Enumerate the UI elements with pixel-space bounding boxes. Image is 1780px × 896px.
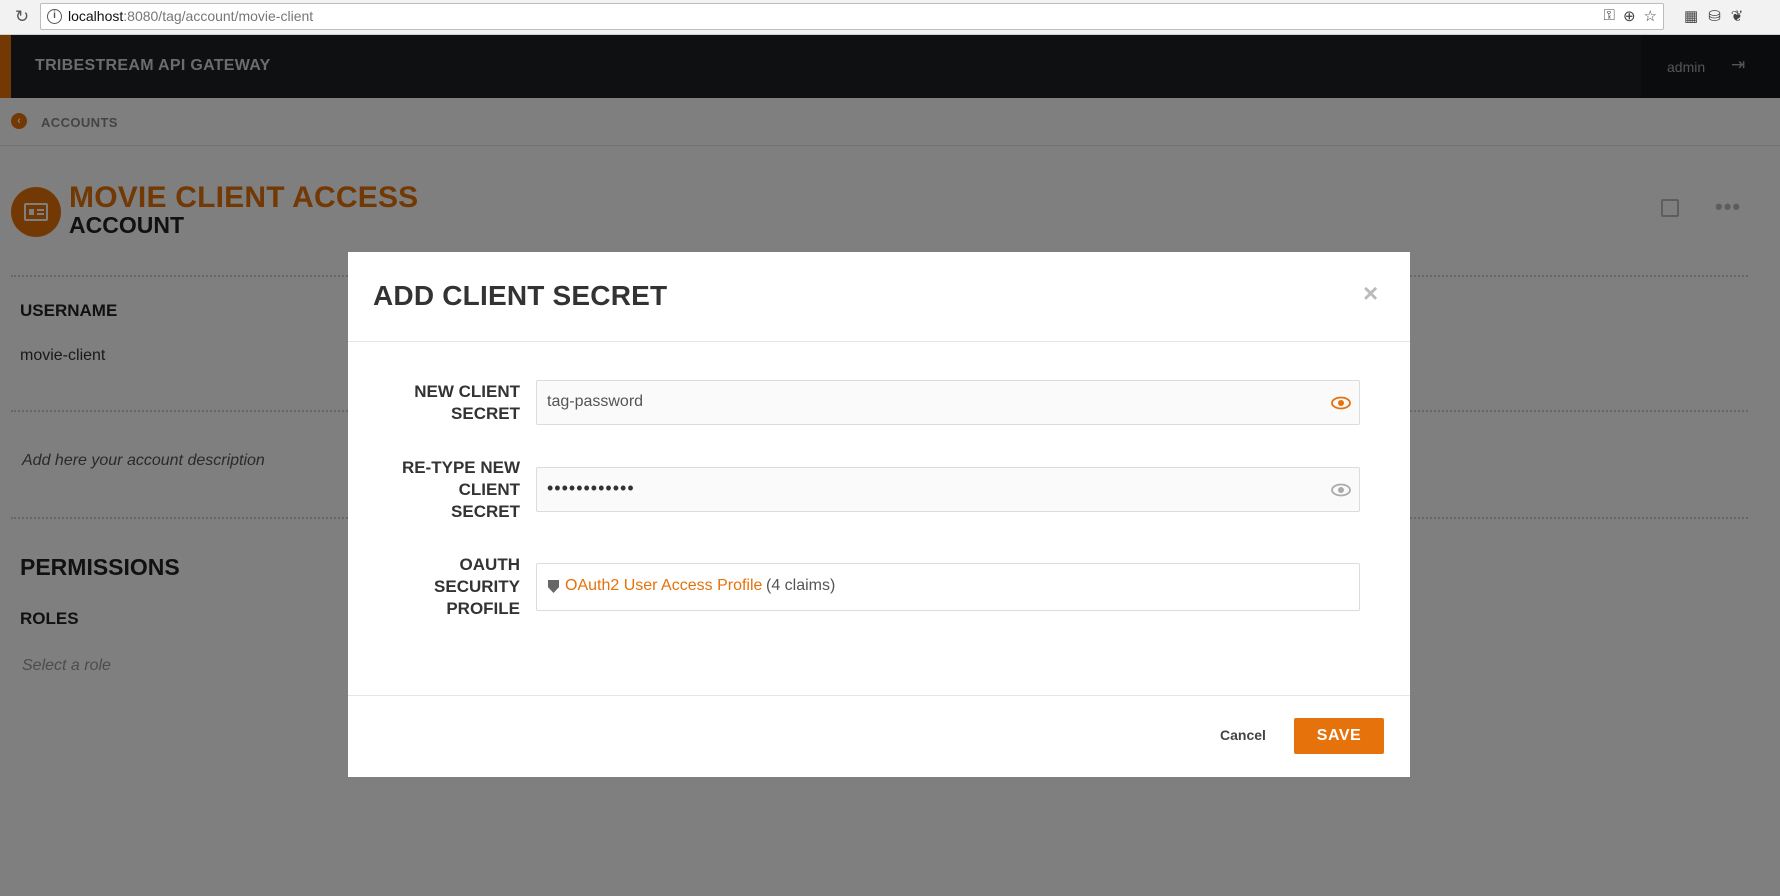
retype-secret-input[interactable]: •••••••••••• (536, 467, 1360, 512)
new-secret-label: NEW CLIENT SECRET (414, 382, 520, 423)
feedly-ext-icon[interactable]: ❦ (1731, 7, 1744, 25)
db-ext-icon[interactable]: ⛁ (1708, 7, 1721, 25)
retype-secret-value: •••••••••••• (547, 478, 635, 498)
url-host: localhost (68, 8, 124, 24)
browser-toolbar: ↻ i localhost:8080/tag/account/movie-cli… (0, 0, 1780, 35)
eye-icon[interactable] (1331, 393, 1351, 413)
key-icon[interactable]: ⚿ (1604, 7, 1615, 25)
url-text: localhost:8080/tag/account/movie-client (68, 8, 313, 24)
address-bar[interactable]: i localhost:8080/tag/account/movie-clien… (40, 3, 1664, 30)
new-secret-value: tag-password (547, 393, 644, 410)
close-icon[interactable]: × (1363, 280, 1378, 306)
calendar-ext-icon[interactable]: ▦ (1684, 7, 1698, 25)
dialog-title: ADD CLIENT SECRET (373, 280, 668, 311)
oauth-profile-label: OAUTH SECURITY PROFILE (434, 555, 520, 618)
cancel-button[interactable]: Cancel (1220, 727, 1266, 743)
star-icon[interactable]: ☆ (1644, 7, 1657, 25)
oauth-profile-field[interactable]: OAuth2 User Access Profile (4 claims) (536, 563, 1360, 611)
eye-icon[interactable] (1331, 480, 1351, 500)
info-icon[interactable]: i (47, 9, 62, 24)
reload-icon[interactable]: ↻ (12, 7, 32, 27)
retype-secret-label: RE-TYPE NEW CLIENT SECRET (401, 458, 520, 521)
url-path: :8080/tag/account/movie-client (123, 8, 314, 24)
divider (348, 695, 1410, 696)
zoom-icon[interactable]: ⊕ (1623, 7, 1636, 25)
add-client-secret-dialog: ADD CLIENT SECRET × NEW CLIENT SECRET ta… (348, 252, 1410, 777)
new-secret-input[interactable]: tag-password (536, 380, 1360, 425)
oauth-profile-link[interactable]: OAuth2 User Access Profile (565, 577, 762, 595)
shield-icon (548, 580, 559, 593)
save-button[interactable]: SAVE (1294, 718, 1384, 754)
oauth-claims-count: (4 claims) (766, 577, 836, 594)
divider (348, 341, 1410, 342)
